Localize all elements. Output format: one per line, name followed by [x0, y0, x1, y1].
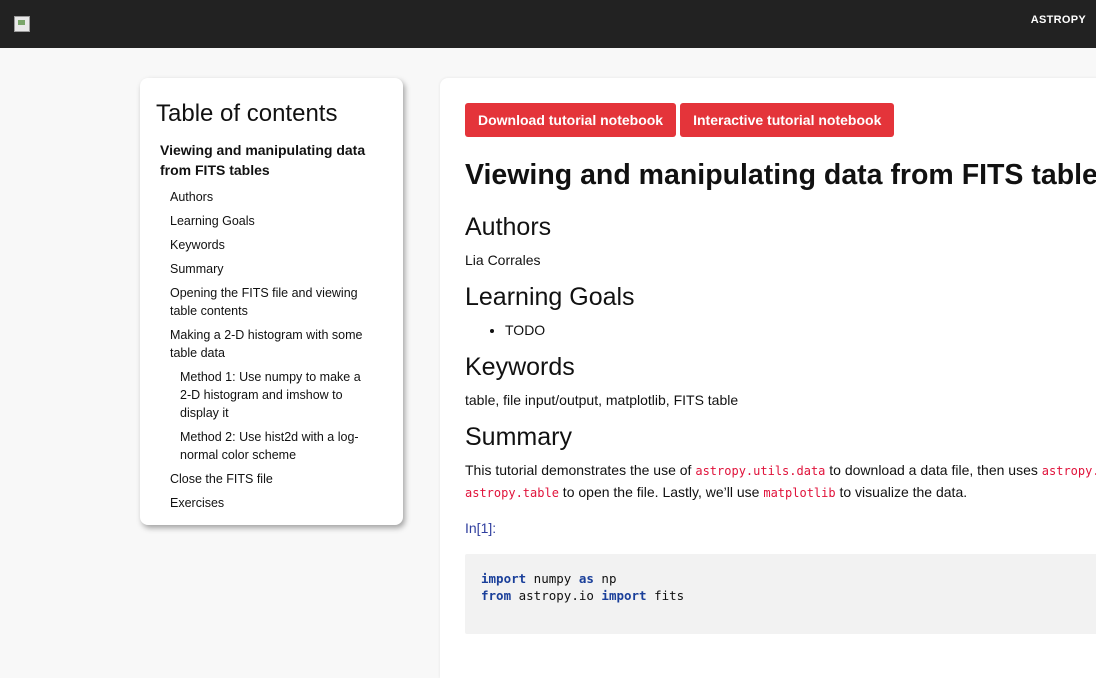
- authors-heading: Authors: [465, 213, 552, 241]
- brand-link[interactable]: ASTROPY: [1031, 14, 1086, 26]
- keywords-heading: Keywords: [465, 353, 575, 381]
- toc-item-opening-fits[interactable]: Opening the FITS file and viewing table …: [156, 284, 387, 320]
- toc-list: Viewing and manipulating data from FITS …: [156, 140, 387, 512]
- summary-text: to visualize the data.: [835, 484, 968, 500]
- toc-item-close-fits[interactable]: Close the FITS file: [156, 470, 387, 488]
- toc-item-viewing-fits-tables[interactable]: Viewing and manipulating data from FITS …: [156, 140, 387, 180]
- toc-title: Table of contents: [156, 100, 338, 127]
- learning-goals-list: TODO: [505, 320, 1096, 340]
- toc-item-exercises[interactable]: Exercises: [156, 494, 387, 512]
- summary-text: to open the file. Lastly, we’ll use: [558, 484, 764, 500]
- cell-prompt: In[1]:: [465, 520, 497, 536]
- download-notebook-button[interactable]: Download tutorial notebook: [465, 103, 677, 137]
- main-content: Download tutorial notebook Interactive t…: [440, 78, 1096, 678]
- toc-item-learning-goals[interactable]: Learning Goals: [156, 212, 387, 230]
- inline-code-io-fits: astropy.io.fits: [1041, 464, 1096, 478]
- code-text: fits: [646, 588, 685, 603]
- summary-heading: Summary: [465, 423, 572, 451]
- code-line: from astropy.io import fits: [481, 587, 1096, 604]
- toc-item-method-2[interactable]: Method 2: Use hist2d with a log-normal c…: [156, 428, 387, 464]
- broken-logo-image-icon[interactable]: [14, 16, 30, 32]
- page-title: Viewing and manipulating data from FITS …: [465, 159, 1096, 191]
- top-navbar: ASTROPY: [0, 0, 1096, 48]
- learning-goals-heading: Learning Goals: [465, 283, 635, 311]
- code-line: import numpy as np: [481, 570, 1096, 587]
- code-keyword: import: [481, 571, 527, 586]
- inline-code-table: astropy.table: [465, 486, 559, 500]
- inline-code-matplotlib: matplotlib: [763, 486, 836, 500]
- toc-item-authors[interactable]: Authors: [156, 188, 387, 206]
- authors-text: Lia Corrales: [465, 252, 541, 268]
- code-keyword: as: [578, 571, 594, 586]
- keywords-text: table, file input/output, matplotlib, FI…: [465, 392, 739, 408]
- toc-item-summary[interactable]: Summary: [156, 260, 387, 278]
- code-text: np: [593, 571, 617, 586]
- notebook-button-row: Download tutorial notebook Interactive t…: [465, 103, 1096, 137]
- inline-code-utils-data: astropy.utils.data: [695, 464, 826, 478]
- interactive-notebook-button[interactable]: Interactive tutorial notebook: [680, 103, 895, 137]
- toc-item-method-1[interactable]: Method 1: Use numpy to make a 2-D histog…: [156, 368, 387, 422]
- toc-item-2d-histogram[interactable]: Making a 2-D histogram with some table d…: [156, 326, 387, 362]
- code-keyword: import: [601, 588, 647, 603]
- code-keyword: from: [481, 588, 512, 603]
- table-of-contents-panel: Table of contents Viewing and manipulati…: [140, 78, 403, 525]
- summary-text: This tutorial demonstrates the use of: [465, 462, 696, 478]
- learning-goal-item: TODO: [505, 320, 1096, 340]
- code-text: astropy.io: [511, 588, 602, 603]
- code-text: numpy: [526, 571, 579, 586]
- summary-text: to download a data file, then uses: [825, 462, 1042, 478]
- code-cell[interactable]: import numpy as np from astropy.io impor…: [465, 554, 1096, 634]
- toc-item-keywords[interactable]: Keywords: [156, 236, 387, 254]
- summary-paragraph: This tutorial demonstrates the use of as…: [465, 460, 1096, 504]
